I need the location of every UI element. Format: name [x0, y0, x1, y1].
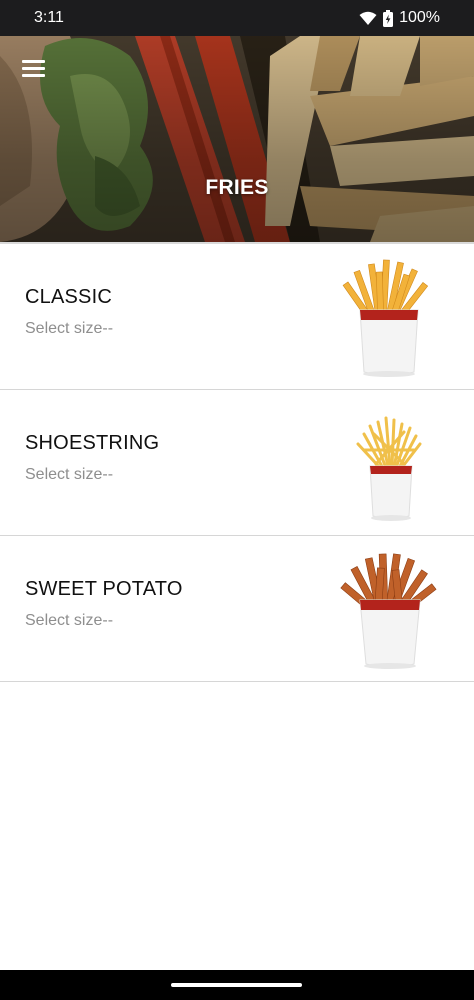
item-name: SWEET POTATO [25, 578, 183, 600]
status-icons: 100% [359, 9, 440, 27]
item-size-select[interactable]: Select size-- [25, 466, 113, 484]
hamburger-menu-icon[interactable] [22, 60, 46, 80]
list-item-classic[interactable]: CLASSIC Select size-- [0, 244, 474, 390]
fries-menu-list: CLASSIC Select size-- SHOESTRING Select … [0, 244, 474, 682]
list-item-sweet-potato[interactable]: SWEET POTATO Select size-- [0, 536, 474, 682]
system-nav-bar [0, 970, 474, 1000]
home-gesture-handle[interactable] [171, 983, 302, 987]
battery-icon [383, 9, 394, 27]
header-banner: FRIES [0, 36, 474, 242]
battery-percent: 100% [399, 9, 440, 26]
sweet-potato-fries-image [340, 553, 437, 669]
item-name: CLASSIC [25, 286, 112, 308]
page-title: FRIES [205, 176, 269, 199]
item-name: SHOESTRING [25, 432, 160, 454]
status-bar: 3:11 100% [0, 0, 474, 36]
status-time: 3:11 [34, 9, 64, 26]
header-overlay [0, 36, 474, 242]
shoestring-fries-image [356, 416, 422, 521]
list-item-shoestring[interactable]: SHOESTRING Select size-- [0, 390, 474, 536]
wifi-icon [359, 11, 377, 26]
item-size-select[interactable]: Select size-- [25, 320, 113, 338]
classic-fries-image [342, 259, 429, 377]
item-size-select[interactable]: Select size-- [25, 612, 113, 630]
